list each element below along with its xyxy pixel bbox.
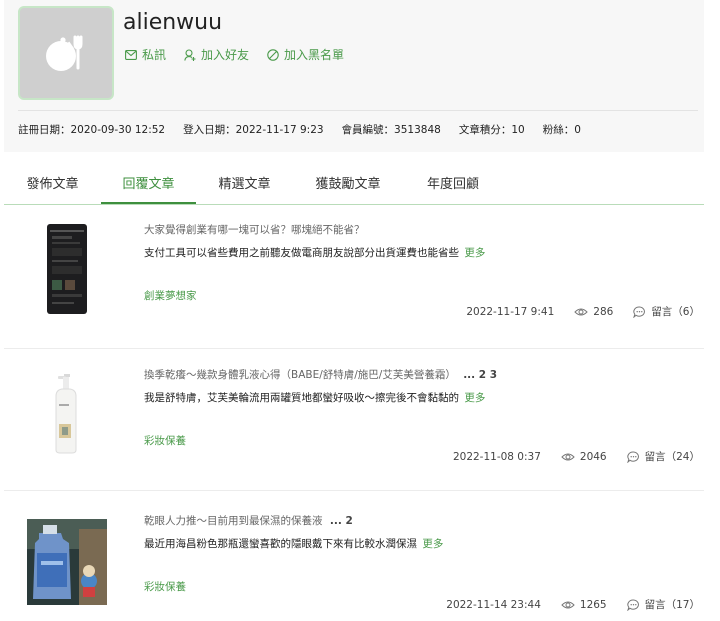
tab-reply-articles[interactable]: 回覆文章 xyxy=(101,163,196,204)
view-count-value: 1265 xyxy=(579,598,607,611)
comment-count-value: 留言（6） xyxy=(651,306,700,318)
comment-icon xyxy=(633,306,646,318)
phone-screenshot-image xyxy=(47,224,87,314)
view-count: 1265 xyxy=(561,599,607,611)
article-category[interactable]: 彩妝保養 xyxy=(144,579,186,594)
comment-count-value: 留言（24） xyxy=(644,451,700,463)
list-item: 乾眼人力推～目前用到最保濕的保養液 ... 2 最近用海昌粉色那瓶還蠻喜歡的隱眼… xyxy=(4,491,704,621)
header-divider xyxy=(18,110,698,111)
fans-count: 粉絲：0 xyxy=(542,124,581,136)
article-title-text: 換季乾癢～幾款身體乳液心得（BABE/舒特膚/施巴/艾芙美營養霜） xyxy=(144,369,456,381)
more-link[interactable]: 更多 xyxy=(464,247,485,259)
excerpt-text: 最近用海昌粉色那瓶還蠻喜歡的隱眼戴下來有比較水潤保濕 xyxy=(144,538,417,550)
add-user-icon xyxy=(184,48,196,61)
add-friend-button[interactable]: 加入好友 xyxy=(184,46,249,63)
username: alienwuu xyxy=(123,10,223,35)
article-title-text: 乾眼人力推～目前用到最保濕的保養液 xyxy=(144,515,323,527)
article-thumbnail[interactable] xyxy=(27,519,107,605)
article-title[interactable]: 乾眼人力推～目前用到最保濕的保養液 ... 2 xyxy=(144,513,353,528)
profile-header: alienwuu 私訊 加入好友 加入黑名單 註冊日期：2020-09-30 1… xyxy=(4,0,704,152)
eye-icon xyxy=(574,308,588,315)
blacklist-label: 加入黑名單 xyxy=(284,48,345,62)
list-item: 換季乾癢～幾款身體乳液心得（BABE/舒特膚/施巴/艾芙美營養霜） ... 2 … xyxy=(4,349,704,491)
lotion-bottle-image xyxy=(55,374,77,454)
article-date: 2022-11-08 0:37 xyxy=(452,450,541,463)
comment-icon xyxy=(626,599,639,611)
message-button[interactable]: 私訊 xyxy=(125,46,166,63)
profile-stats: 註冊日期：2020-09-30 12:52 登入日期：2022-11-17 9:… xyxy=(18,122,599,137)
view-count: 2046 xyxy=(561,451,607,463)
article-list: 大家覺得創業有哪一塊可以省？哪塊絕不能省？ 支付工具可以省些費用之前聽友做電商朋… xyxy=(4,206,704,621)
message-label: 私訊 xyxy=(142,48,167,62)
view-count: 286 xyxy=(574,306,613,318)
article-excerpt: 支付工具可以省些費用之前聽友做電商朋友說部分出貨運費也能省些 更多 xyxy=(144,245,485,260)
article-category[interactable]: 彩妝保養 xyxy=(144,433,186,448)
comment-count[interactable]: 留言（24） xyxy=(626,449,700,464)
article-meta: 2022-11-08 0:37 2046 留言（24） xyxy=(453,449,700,464)
profile-actions: 私訊 加入好友 加入黑名單 xyxy=(125,46,344,63)
article-excerpt: 我是舒特膚，艾芙美輪流用兩罐質地都蠻好吸收～擦完後不會黏黏的 更多 xyxy=(144,390,485,405)
list-item: 大家覺得創業有哪一塊可以省？哪塊絕不能省？ 支付工具可以省些費用之前聽友做電商朋… xyxy=(4,206,704,349)
view-count-value: 2046 xyxy=(579,450,607,463)
comment-icon xyxy=(626,451,639,463)
view-count-value: 286 xyxy=(593,305,614,318)
article-points: 文章積分：10 xyxy=(458,124,525,136)
article-date: 2022-11-17 9:41 xyxy=(466,305,555,318)
registered-date: 註冊日期：2020-09-30 12:52 xyxy=(18,124,166,136)
article-excerpt: 最近用海昌粉色那瓶還蠻喜歡的隱眼戴下來有比較水潤保濕 更多 xyxy=(144,536,443,551)
article-title[interactable]: 大家覺得創業有哪一塊可以省？哪塊絕不能省？ xyxy=(144,222,365,237)
member-id: 會員編號：3513848 xyxy=(341,124,441,136)
eye-icon xyxy=(561,601,575,608)
tab-featured-articles[interactable]: 精選文章 xyxy=(196,163,293,204)
page-links[interactable]: ... 2 3 xyxy=(463,369,497,381)
eye-solution-bottle-image xyxy=(27,519,107,605)
comment-count[interactable]: 留言（17） xyxy=(626,597,700,612)
eye-icon xyxy=(561,453,575,460)
mail-icon xyxy=(125,49,137,60)
article-date: 2022-11-14 23:44 xyxy=(446,598,541,611)
article-thumbnail[interactable] xyxy=(50,374,82,454)
block-icon xyxy=(267,48,279,61)
tab-encouraged-articles[interactable]: 獲鼓勵文章 xyxy=(293,163,403,204)
add-friend-label: 加入好友 xyxy=(201,48,250,62)
more-link[interactable]: 更多 xyxy=(422,538,443,550)
excerpt-text: 我是舒特膚，艾芙美輪流用兩罐質地都蠻好吸收～擦完後不會黏黏的 xyxy=(144,392,459,404)
article-meta: 2022-11-17 9:41 286 留言（6） xyxy=(466,304,700,319)
article-title-text: 大家覺得創業有哪一塊可以省？哪塊絕不能省？ xyxy=(144,224,365,236)
more-link[interactable]: 更多 xyxy=(464,392,485,404)
article-title[interactable]: 換季乾癢～幾款身體乳液心得（BABE/舒特膚/施巴/艾芙美營養霜） ... 2 … xyxy=(144,367,497,382)
excerpt-text: 支付工具可以省些費用之前聽友做電商朋友說部分出貨運費也能省些 xyxy=(144,247,459,259)
page-links[interactable]: ... 2 xyxy=(330,515,353,527)
blacklist-button[interactable]: 加入黑名單 xyxy=(267,46,344,63)
article-thumbnail[interactable] xyxy=(47,224,87,314)
profile-tabs: 發佈文章 回覆文章 精選文章 獲鼓勵文章 年度回顧 xyxy=(4,163,704,205)
comment-count[interactable]: 留言（6） xyxy=(633,304,700,319)
article-category[interactable]: 創業夢想家 xyxy=(144,288,197,303)
comment-count-value: 留言（17） xyxy=(644,599,700,611)
avatar[interactable] xyxy=(18,6,114,100)
last-login-date: 登入日期：2022-11-17 9:23 xyxy=(183,124,324,136)
tab-published-articles[interactable]: 發佈文章 xyxy=(4,163,101,204)
tab-annual-review[interactable]: 年度回顧 xyxy=(403,163,503,204)
article-meta: 2022-11-14 23:44 1265 留言（17） xyxy=(446,597,700,612)
default-avatar-icon xyxy=(46,35,83,71)
